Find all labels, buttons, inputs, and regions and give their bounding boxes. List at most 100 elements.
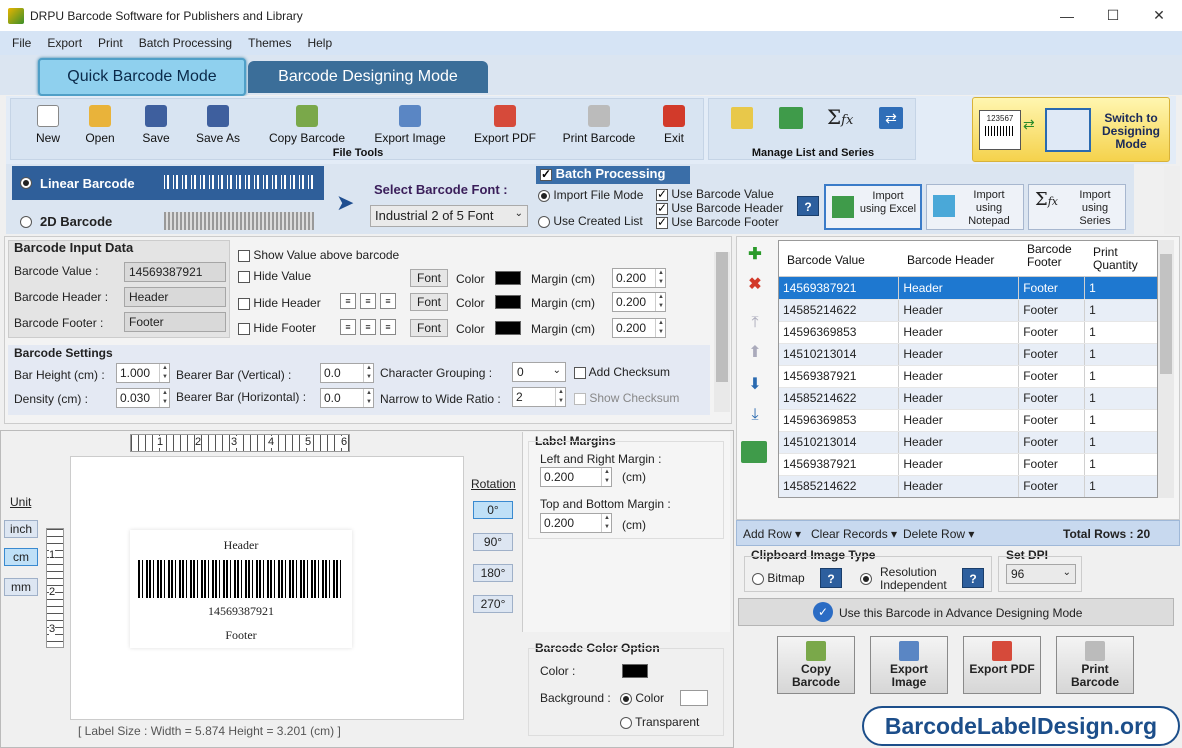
menu-batch-processing[interactable]: Batch Processing bbox=[131, 36, 240, 50]
value-color-swatch[interactable] bbox=[495, 271, 521, 285]
footer-color-swatch[interactable] bbox=[495, 321, 521, 335]
menu-print[interactable]: Print bbox=[90, 36, 131, 50]
table-cell[interactable]: Footer bbox=[1018, 365, 1086, 388]
swap-arrows-icon[interactable]: ⇄ bbox=[879, 107, 903, 129]
export-excel-icon[interactable] bbox=[741, 441, 767, 463]
table-cell[interactable]: Header bbox=[898, 365, 1020, 388]
records-scrollbar[interactable] bbox=[1158, 240, 1174, 498]
table-row[interactable]: 14596369853 Header Footer 1 bbox=[779, 409, 1157, 432]
footer-margin-stepper[interactable]: 0.200 bbox=[612, 318, 666, 338]
header-font-button[interactable]: Font bbox=[410, 293, 448, 311]
top-bottom-margin-stepper[interactable]: 0.200 bbox=[540, 513, 612, 533]
rotation-0-button[interactable]: 0° bbox=[473, 501, 513, 519]
hide-value-checkbox[interactable]: Hide Value bbox=[238, 269, 311, 283]
value-margin-stepper[interactable]: 0.200 bbox=[612, 268, 666, 288]
table-cell[interactable]: 14569387921 bbox=[779, 277, 900, 300]
save-button[interactable]: Save bbox=[131, 105, 181, 145]
advance-designing-button[interactable]: ✓ Use this Barcode in Advance Designing … bbox=[738, 598, 1174, 626]
table-cell[interactable]: 14585214622 bbox=[779, 475, 900, 497]
table-cell[interactable]: Footer bbox=[1018, 343, 1086, 366]
use-barcode-value-checkbox[interactable]: Use Barcode Value bbox=[656, 187, 774, 201]
batch-checkbox[interactable] bbox=[540, 167, 552, 181]
col-barcode-value[interactable]: Barcode Value bbox=[787, 253, 865, 267]
barcode-footer-input[interactable]: Footer bbox=[124, 312, 226, 332]
import-series-button[interactable]: Σfx Import using Series bbox=[1028, 184, 1126, 230]
export-pdf-bottom-button[interactable]: Export PDF bbox=[963, 636, 1041, 694]
table-cell[interactable]: Header bbox=[898, 409, 1020, 432]
table-cell[interactable]: Footer bbox=[1018, 387, 1086, 410]
menu-themes[interactable]: Themes bbox=[240, 36, 299, 50]
delete-row-dropdown[interactable]: Delete Row ▾ bbox=[903, 527, 974, 541]
table-cell[interactable]: 1 bbox=[1084, 321, 1157, 344]
resolution-help-button[interactable]: ? bbox=[962, 568, 984, 588]
table-cell[interactable]: Header bbox=[898, 387, 1020, 410]
table-row[interactable]: 14585214622 Header Footer 1 bbox=[779, 475, 1157, 497]
tab-barcode-designing-mode[interactable]: Barcode Designing Mode bbox=[248, 61, 488, 93]
density-stepper[interactable]: 0.030 bbox=[116, 388, 170, 408]
print-barcode-button[interactable]: Print Barcode bbox=[553, 105, 645, 145]
align-right-icon[interactable]: ≡ bbox=[380, 293, 396, 309]
hide-header-checkbox[interactable]: Hide Header bbox=[238, 296, 321, 310]
table-cell[interactable]: 14585214622 bbox=[779, 299, 900, 322]
table-cell[interactable]: Footer bbox=[1018, 321, 1086, 344]
table-cell[interactable]: 1 bbox=[1084, 365, 1157, 388]
table-cell[interactable]: 14585214622 bbox=[779, 387, 900, 410]
table-cell[interactable]: Header bbox=[898, 431, 1020, 454]
table-cell[interactable]: Footer bbox=[1018, 431, 1086, 454]
batch-help-button[interactable]: ? bbox=[797, 196, 819, 216]
table-row[interactable]: 14510213014 Header Footer 1 bbox=[779, 343, 1157, 366]
background-color-swatch[interactable] bbox=[680, 690, 708, 706]
bar-height-stepper[interactable]: 1.000 bbox=[116, 363, 170, 383]
move-down-icon[interactable]: ⬇ bbox=[744, 374, 766, 396]
align-right-icon[interactable]: ≡ bbox=[380, 319, 396, 335]
table-row[interactable]: 14569387921 Header Footer 1 bbox=[779, 453, 1157, 476]
open-button[interactable]: Open bbox=[75, 105, 125, 145]
table-cell[interactable]: 14510213014 bbox=[779, 431, 900, 454]
barcode-header-input[interactable]: Header bbox=[124, 287, 226, 307]
table-row[interactable]: 14596369853 Header Footer 1 bbox=[779, 321, 1157, 344]
col-barcode-footer[interactable]: Barcode Footer bbox=[1027, 243, 1087, 269]
table-cell[interactable]: Header bbox=[898, 453, 1020, 476]
add-row-dropdown[interactable]: Add Row ▾ bbox=[743, 527, 801, 541]
export-image-button[interactable]: Export Image bbox=[367, 105, 453, 145]
2d-barcode-option[interactable]: 2D Barcode bbox=[12, 206, 324, 236]
bitmap-option[interactable]: Bitmap bbox=[752, 571, 805, 585]
exit-button[interactable]: Exit bbox=[657, 105, 691, 145]
header-margin-stepper[interactable]: 0.200 bbox=[612, 292, 666, 312]
col-print-quantity[interactable]: Print Quantity bbox=[1093, 246, 1153, 272]
transparent-option[interactable]: Transparent bbox=[620, 715, 699, 729]
table-cell[interactable]: 1 bbox=[1084, 453, 1157, 476]
table-cell[interactable]: 1 bbox=[1084, 475, 1157, 497]
table-cell[interactable]: 14596369853 bbox=[779, 321, 900, 344]
new-button[interactable]: New bbox=[23, 105, 73, 145]
use-created-list-option[interactable]: Use Created List bbox=[538, 214, 643, 228]
character-grouping-select[interactable]: 0 ⌄ bbox=[512, 362, 566, 382]
export-image-bottom-button[interactable]: Export Image bbox=[870, 636, 948, 694]
background-color-option[interactable]: Color bbox=[620, 691, 664, 705]
batch-processing-toggle[interactable]: Batch Processing bbox=[536, 166, 690, 184]
table-cell[interactable]: 1 bbox=[1084, 343, 1157, 366]
import-notepad-button[interactable]: Import using Notepad bbox=[926, 184, 1024, 230]
table-cell[interactable]: 1 bbox=[1084, 299, 1157, 322]
table-cell[interactable]: 14569387921 bbox=[779, 453, 900, 476]
tab-quick-barcode-mode[interactable]: Quick Barcode Mode bbox=[38, 58, 246, 96]
bearer-vertical-stepper[interactable]: 0.0 bbox=[320, 363, 374, 383]
table-cell[interactable]: 14596369853 bbox=[779, 409, 900, 432]
left-right-margin-stepper[interactable]: 0.200 bbox=[540, 467, 612, 487]
table-cell[interactable]: Footer bbox=[1018, 409, 1086, 432]
barcode-value-input[interactable]: 14569387921 bbox=[124, 262, 226, 282]
table-cell[interactable]: Header bbox=[898, 343, 1020, 366]
unit-mm-button[interactable]: mm bbox=[4, 578, 38, 596]
minimize-button[interactable]: — bbox=[1044, 0, 1090, 31]
menu-export[interactable]: Export bbox=[39, 36, 90, 50]
linear-barcode-option[interactable]: Linear Barcode bbox=[12, 166, 324, 200]
table-cell[interactable]: 1 bbox=[1084, 409, 1157, 432]
table-cell[interactable]: Header bbox=[898, 475, 1020, 497]
linear-radio[interactable] bbox=[20, 177, 32, 189]
table-cell[interactable]: 1 bbox=[1084, 387, 1157, 410]
rotation-90-button[interactable]: 90° bbox=[473, 533, 513, 551]
copy-barcode-bottom-button[interactable]: Copy Barcode bbox=[777, 636, 855, 694]
barcode-label-preview[interactable]: Header 14569387921 Footer bbox=[130, 530, 352, 648]
table-row[interactable]: 14569387921 Header Footer 1 bbox=[779, 277, 1157, 300]
move-top-icon[interactable]: ⤒ bbox=[744, 312, 766, 334]
